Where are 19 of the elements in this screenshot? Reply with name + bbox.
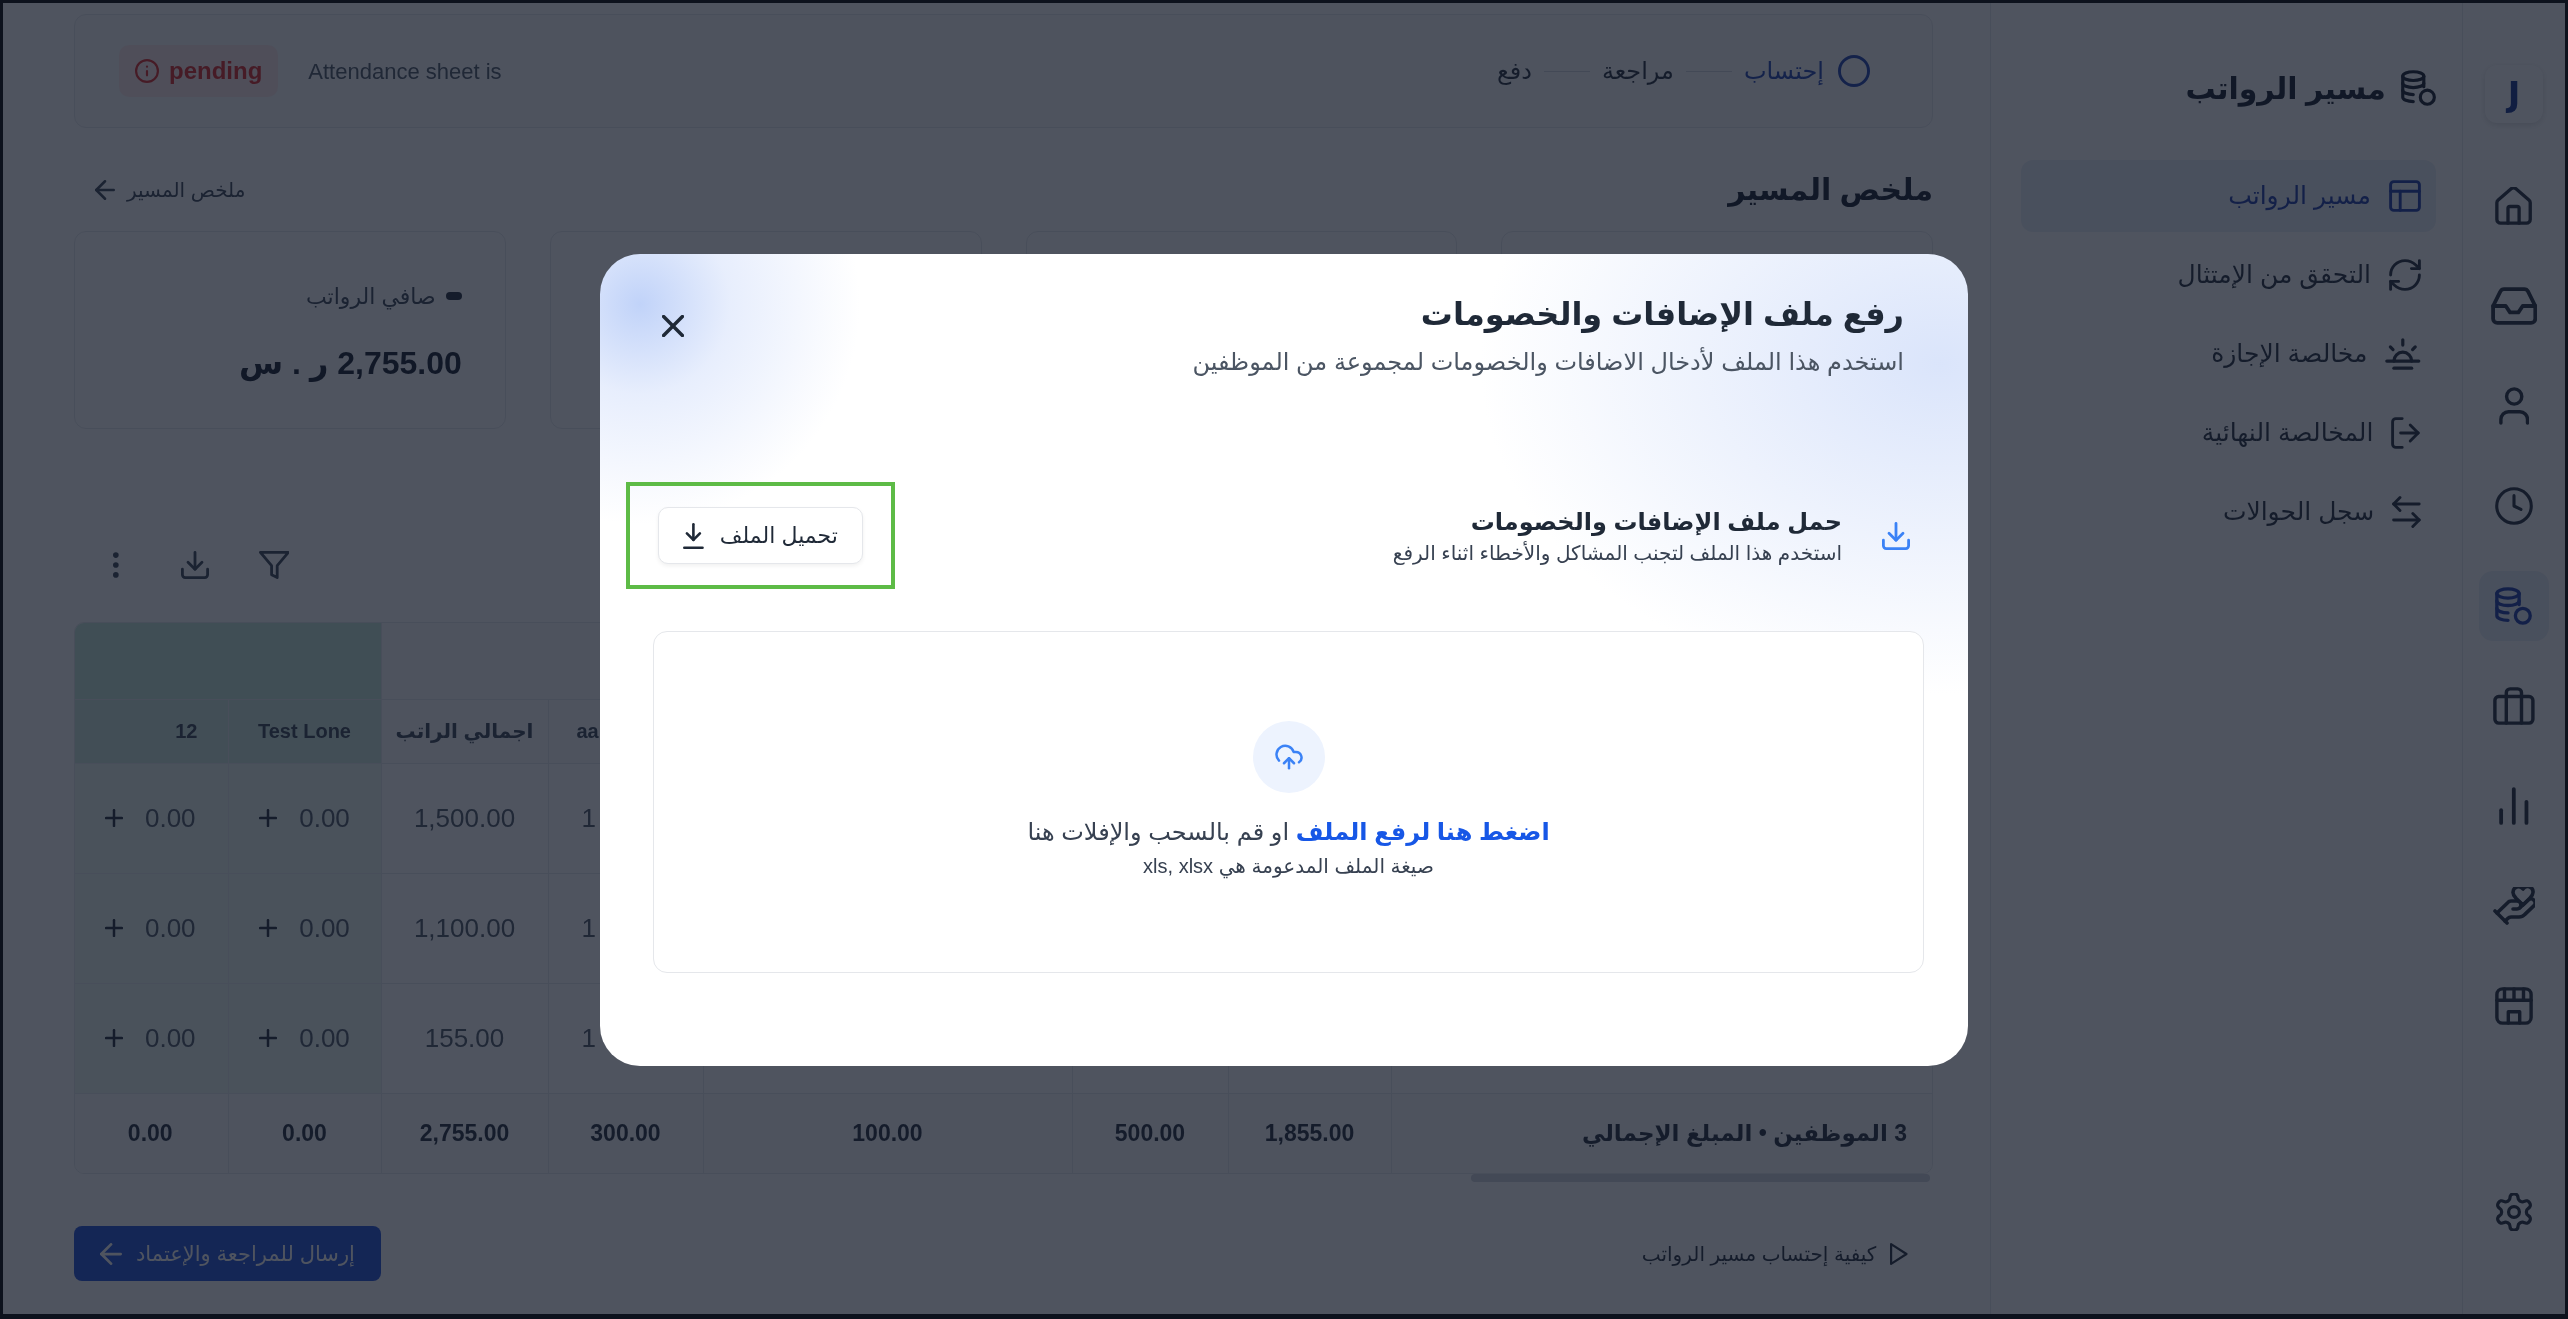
section-title: ملخص المسير	[1728, 172, 1933, 208]
dialog-subtitle: استخدم هذا الملف لأدخال الاضافات والخصومات لمجموعة من الموظفين	[1192, 346, 1904, 378]
sidebar-title: مسير الرواتب	[2185, 70, 2386, 109]
template-title: حمل ملف الإضافات والخصومات	[1469, 506, 1842, 538]
download-icon	[1882, 521, 1910, 550]
upload-link[interactable]: اضغط هنا لرفع الملف	[1295, 817, 1550, 845]
file-format-note: صيغة الملف المدعومة هي xls, xlsx	[1143, 853, 1434, 881]
step-label: مراجعة	[1601, 56, 1674, 87]
template-note: استخدم هذا الملف لتجنب المشاكل والأخطاء اثناء الرفع	[1392, 540, 1842, 567]
step-label: دفع	[1496, 56, 1532, 87]
download-icon	[683, 522, 704, 549]
upload-instructions: اضغط هنا لرفع الملف او قم بالسحب والإفلات هنا	[1027, 816, 1550, 848]
close-icon	[662, 314, 684, 337]
file-drop-zone[interactable]: اضغط هنا لرفع الملف او قم بالسحب والإفلات هنا صيغة الملف المدعومة هي xls, xlsx	[653, 630, 1924, 973]
stat-value: 2,755.00 ر . س	[238, 344, 462, 383]
download-template-button[interactable]: تحميل الملف	[658, 507, 863, 564]
step-label: إحتساب	[1743, 56, 1824, 87]
dialog-title: رفع ملف الإضافات والخصومات	[1419, 294, 1904, 334]
cloud-upload-icon	[1252, 720, 1325, 793]
